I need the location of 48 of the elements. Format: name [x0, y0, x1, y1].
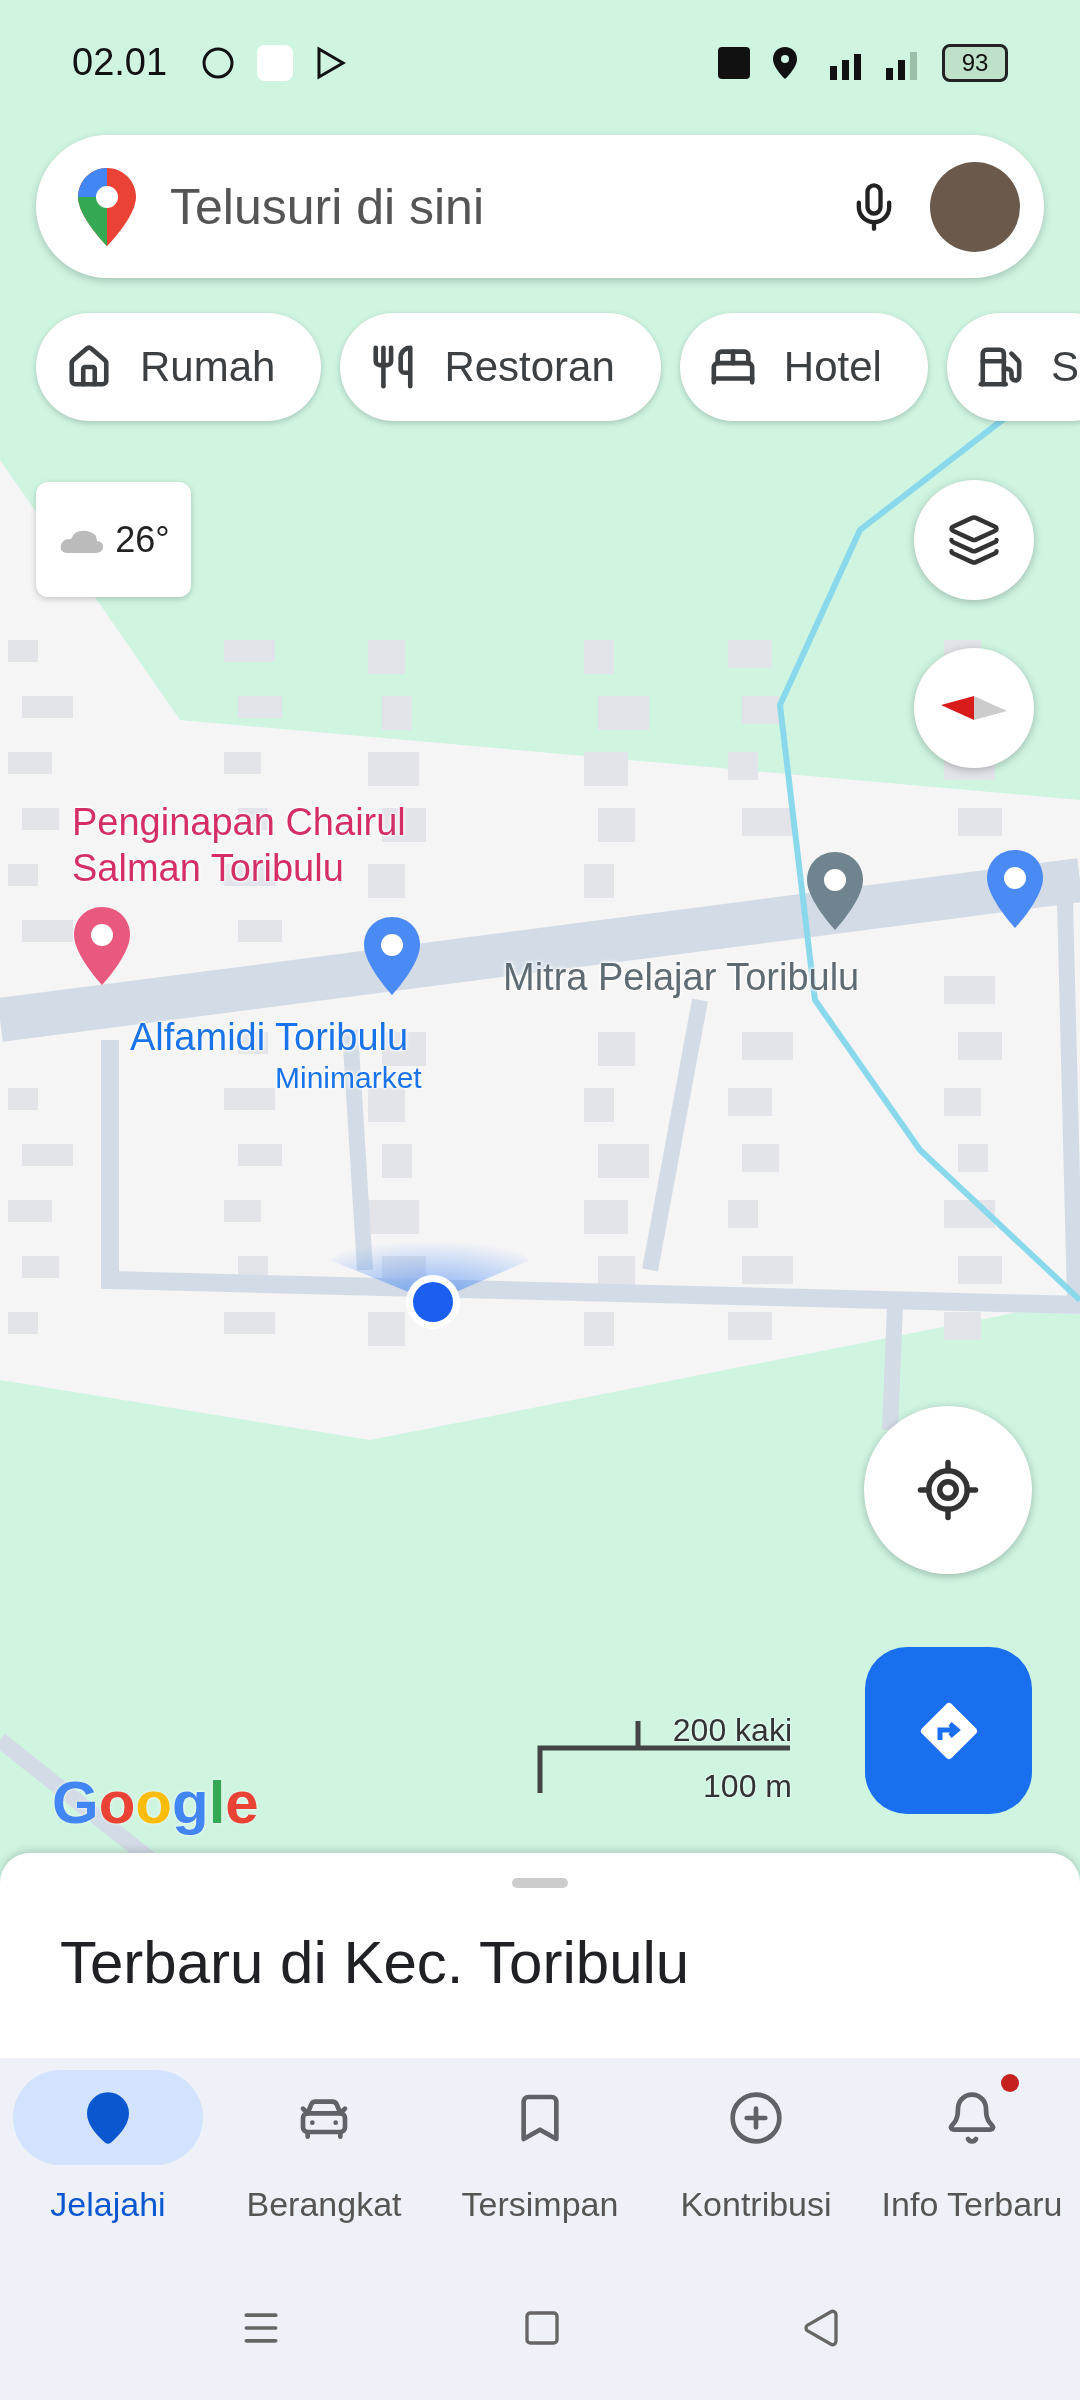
search-field[interactable]: Telusuri di sini — [168, 176, 818, 237]
search-bar[interactable]: Telusuri di sini — [36, 135, 1044, 278]
sheet-title: Terbaru di Kec. Toribulu — [60, 1928, 691, 1997]
category-chip[interactable]: Rumah — [36, 313, 322, 421]
building — [584, 752, 628, 786]
weather-card[interactable]: 26° — [36, 482, 191, 597]
place-label[interactable]: Alfamidi Toribulu — [130, 1015, 409, 1061]
layers-icon — [947, 513, 1001, 567]
battery-icon: 93 — [942, 43, 1008, 82]
chat-app-icon — [201, 45, 236, 80]
contribute-icon — [728, 2089, 784, 2146]
nav-tab[interactable]: Jelajahi — [0, 2070, 216, 2255]
home-icon — [66, 344, 112, 390]
app-notification-icon — [257, 44, 294, 81]
shop-pin-icon[interactable] — [985, 848, 1045, 930]
store-pin-icon[interactable] — [362, 915, 422, 997]
nav-tab[interactable]: Info Terbaru — [864, 2070, 1080, 2255]
my-location-icon — [915, 1457, 981, 1523]
google-logo: Google — [52, 1768, 259, 1837]
compass-icon — [939, 693, 1009, 723]
hotel-pin-icon[interactable] — [72, 905, 132, 987]
place-category: Minimarket — [275, 1060, 422, 1096]
nfc-icon — [718, 46, 750, 79]
place-label[interactable]: Penginapan Chairul Salman Toribulu — [72, 800, 432, 892]
scale-metric: 100 m — [703, 1768, 792, 1805]
status-time: 02.01 — [72, 41, 168, 84]
scale-imperial: 200 kaki — [672, 1712, 792, 1749]
fuel-icon — [976, 344, 1023, 390]
building — [742, 696, 779, 724]
temperature-text: 26° — [115, 518, 170, 561]
directions-button[interactable] — [865, 1647, 1032, 1814]
category-chip[interactable]: S — [946, 313, 1080, 421]
location-icon — [772, 45, 798, 80]
drag-handle[interactable] — [512, 1878, 568, 1888]
nav-tab[interactable]: Kontribusi — [648, 2070, 864, 2255]
nav-tab[interactable]: Berangkat — [216, 2070, 432, 2255]
category-chip[interactable]: Restoran — [340, 313, 661, 421]
building — [22, 920, 73, 942]
nav-tab[interactable]: Tersimpan — [432, 2070, 648, 2255]
school-pin-icon[interactable] — [805, 850, 865, 932]
building — [742, 808, 793, 836]
category-chip[interactable]: Hotel — [679, 313, 928, 421]
compass-button[interactable] — [914, 648, 1034, 768]
play-icon — [315, 45, 348, 80]
layers-button[interactable] — [914, 480, 1034, 600]
building — [944, 1312, 981, 1340]
building — [728, 752, 758, 780]
map-pin-logo-icon — [76, 165, 138, 248]
